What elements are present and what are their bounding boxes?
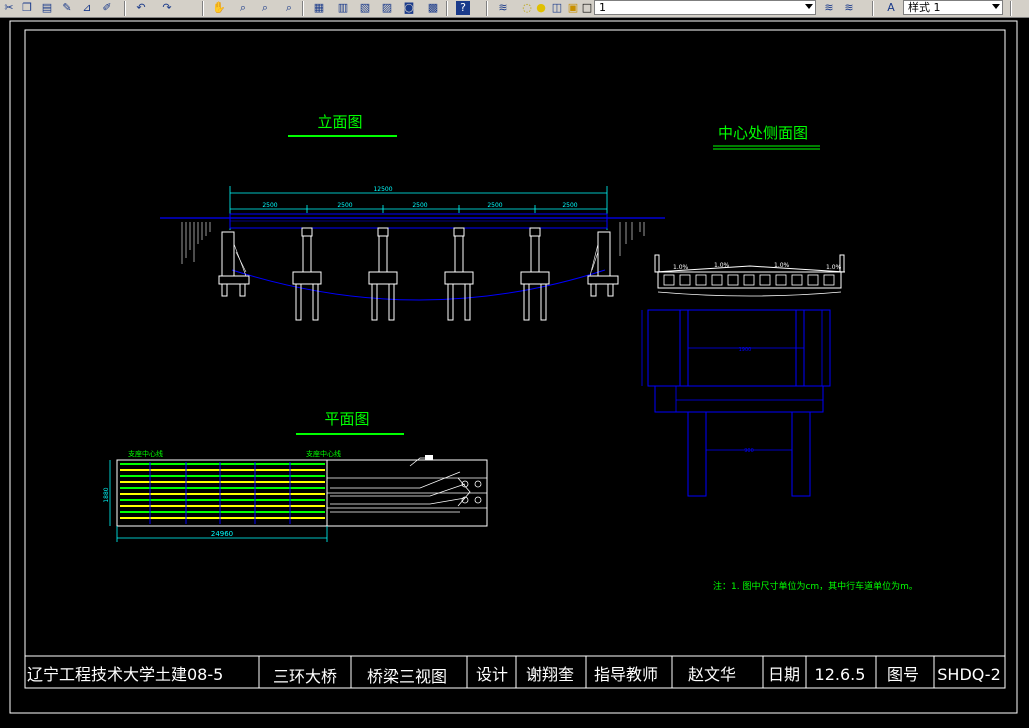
- outer-frame: [9, 20, 1018, 714]
- drawing-no-value: SHDQ-2: [937, 665, 1001, 684]
- layer-previous-icon[interactable]: ≋: [822, 1, 836, 15]
- elevation-title: 立面图: [317, 113, 362, 131]
- toolbar-separator: [1010, 1, 1012, 16]
- toolbar-separator: [124, 1, 126, 16]
- undo-icon[interactable]: ↶: [134, 1, 148, 15]
- pan-icon[interactable]: ✋: [212, 1, 226, 15]
- design-center-icon[interactable]: ▥: [336, 1, 350, 15]
- drawing-note: 注：1. 图中尺寸单位为cm，其中行车道单位为m。: [713, 580, 918, 592]
- total-span-dim: 12500: [373, 186, 392, 193]
- plan-label-right: 支座中心线: [306, 449, 341, 458]
- side-view: 中心处侧面图 1.0% 1.0% 1.0% 1.0% 1900 900: [641, 124, 846, 497]
- slope-label-3: 1.0%: [774, 262, 790, 269]
- layer-dropdown-value: 1: [599, 1, 606, 14]
- sun-icon[interactable]: ●: [534, 1, 548, 15]
- layer-states-icon[interactable]: ≋: [842, 1, 856, 15]
- cut-icon[interactable]: ✂: [2, 1, 16, 15]
- paste-icon[interactable]: ▤: [40, 1, 54, 15]
- standard-toolbar: ✂ ❐ ▤ ✎ ⊿ ✐ ↶ ↷ ✋ ⌕ ⌕ ⌕ ▦ ▥ ▧ ▨ ◙ ▩ ? ≋ …: [0, 0, 1029, 18]
- span-dim-5: 2500: [562, 202, 577, 209]
- toolbar-separator: [302, 1, 304, 16]
- school-name: 辽宁工程技术大学土建08-5: [27, 665, 223, 684]
- help-icon[interactable]: ?: [456, 1, 470, 15]
- text-style-icon[interactable]: A: [884, 1, 898, 15]
- zoom-realtime-icon[interactable]: ⌕: [236, 1, 250, 15]
- drawing-svg: 立面图 12500 2500 2500 2500 2500 2500 中心处侧面…: [9, 20, 1018, 714]
- piers: [292, 227, 550, 321]
- drawing-name: 桥梁三视图: [367, 667, 447, 686]
- advisor-label: 指导教师: [594, 665, 658, 684]
- lock-icon[interactable]: ▣: [566, 1, 580, 15]
- svg-text:900: 900: [744, 448, 754, 454]
- markup-icon[interactable]: ◙: [402, 1, 416, 15]
- text-style-dropdown[interactable]: 样式 1: [903, 0, 1003, 15]
- toolbar-separator: [202, 1, 204, 16]
- designer-name: 谢翔奎: [526, 665, 574, 684]
- plan-view: 平面图 支座中心线 支座中心线 1880 24960: [103, 410, 488, 542]
- bulb-icon[interactable]: ◌: [520, 1, 534, 15]
- span-dim-3: 2500: [412, 202, 427, 209]
- layer-manager-icon[interactable]: ≋: [496, 1, 510, 15]
- text-style-dropdown-value: 样式 1: [908, 1, 941, 14]
- elevation-view: 立面图 12500 2500 2500 2500 2500 2500: [160, 113, 665, 321]
- color-swatch-icon[interactable]: □: [580, 1, 594, 15]
- drawing-canvas[interactable]: 立面图 12500 2500 2500 2500 2500 2500 中心处侧面…: [0, 18, 1029, 724]
- svg-text:1900: 1900: [739, 347, 752, 353]
- slope-label-1: 1.0%: [673, 264, 689, 271]
- date-label: 日期: [768, 665, 800, 684]
- advisor-name: 赵文华: [688, 665, 736, 684]
- layer-dropdown[interactable]: 1: [594, 0, 816, 15]
- paint-icon[interactable]: ⊿: [80, 1, 94, 15]
- match-properties-icon[interactable]: ✎: [60, 1, 74, 15]
- slope-label-4: 1.0%: [826, 264, 842, 271]
- toolbar-separator: [872, 1, 874, 16]
- span-dim-2: 2500: [337, 202, 352, 209]
- toolbar-separator: [486, 1, 488, 16]
- freeze-icon[interactable]: ◫: [550, 1, 564, 15]
- design-label: 设计: [476, 665, 508, 684]
- copy-icon[interactable]: ❐: [20, 1, 34, 15]
- toolbar-separator: [446, 1, 448, 16]
- title-block: 辽宁工程技术大学土建08-5 三环大桥 桥梁三视图 设计 谢翔奎 指导教师 赵文…: [24, 655, 1006, 689]
- project-name: 三环大桥: [273, 667, 337, 686]
- calculator-icon[interactable]: ▩: [426, 1, 440, 15]
- brush-icon[interactable]: ✐: [100, 1, 114, 15]
- span-dim-4: 2500: [487, 202, 502, 209]
- plan-length-dim: 24960: [211, 530, 233, 538]
- properties-icon[interactable]: ▦: [312, 1, 326, 15]
- redo-icon[interactable]: ↷: [160, 1, 174, 15]
- plan-label-left: 支座中心线: [128, 449, 163, 458]
- zoom-previous-icon[interactable]: ⌕: [282, 1, 296, 15]
- chevron-down-icon[interactable]: [992, 4, 1000, 9]
- date-value: 12.6.5: [815, 665, 866, 684]
- tool-palettes-icon[interactable]: ▧: [358, 1, 372, 15]
- side-view-title: 中心处侧面图: [718, 124, 808, 142]
- drawing-no-label: 图号: [887, 665, 919, 684]
- plan-width-dim: 1880: [103, 487, 110, 502]
- sheet-set-icon[interactable]: ▨: [380, 1, 394, 15]
- chevron-down-icon[interactable]: [805, 4, 813, 9]
- plan-title: 平面图: [324, 410, 369, 428]
- zoom-window-icon[interactable]: ⌕: [258, 1, 272, 15]
- slope-label-2: 1.0%: [714, 262, 730, 269]
- span-dim-1: 2500: [262, 202, 277, 209]
